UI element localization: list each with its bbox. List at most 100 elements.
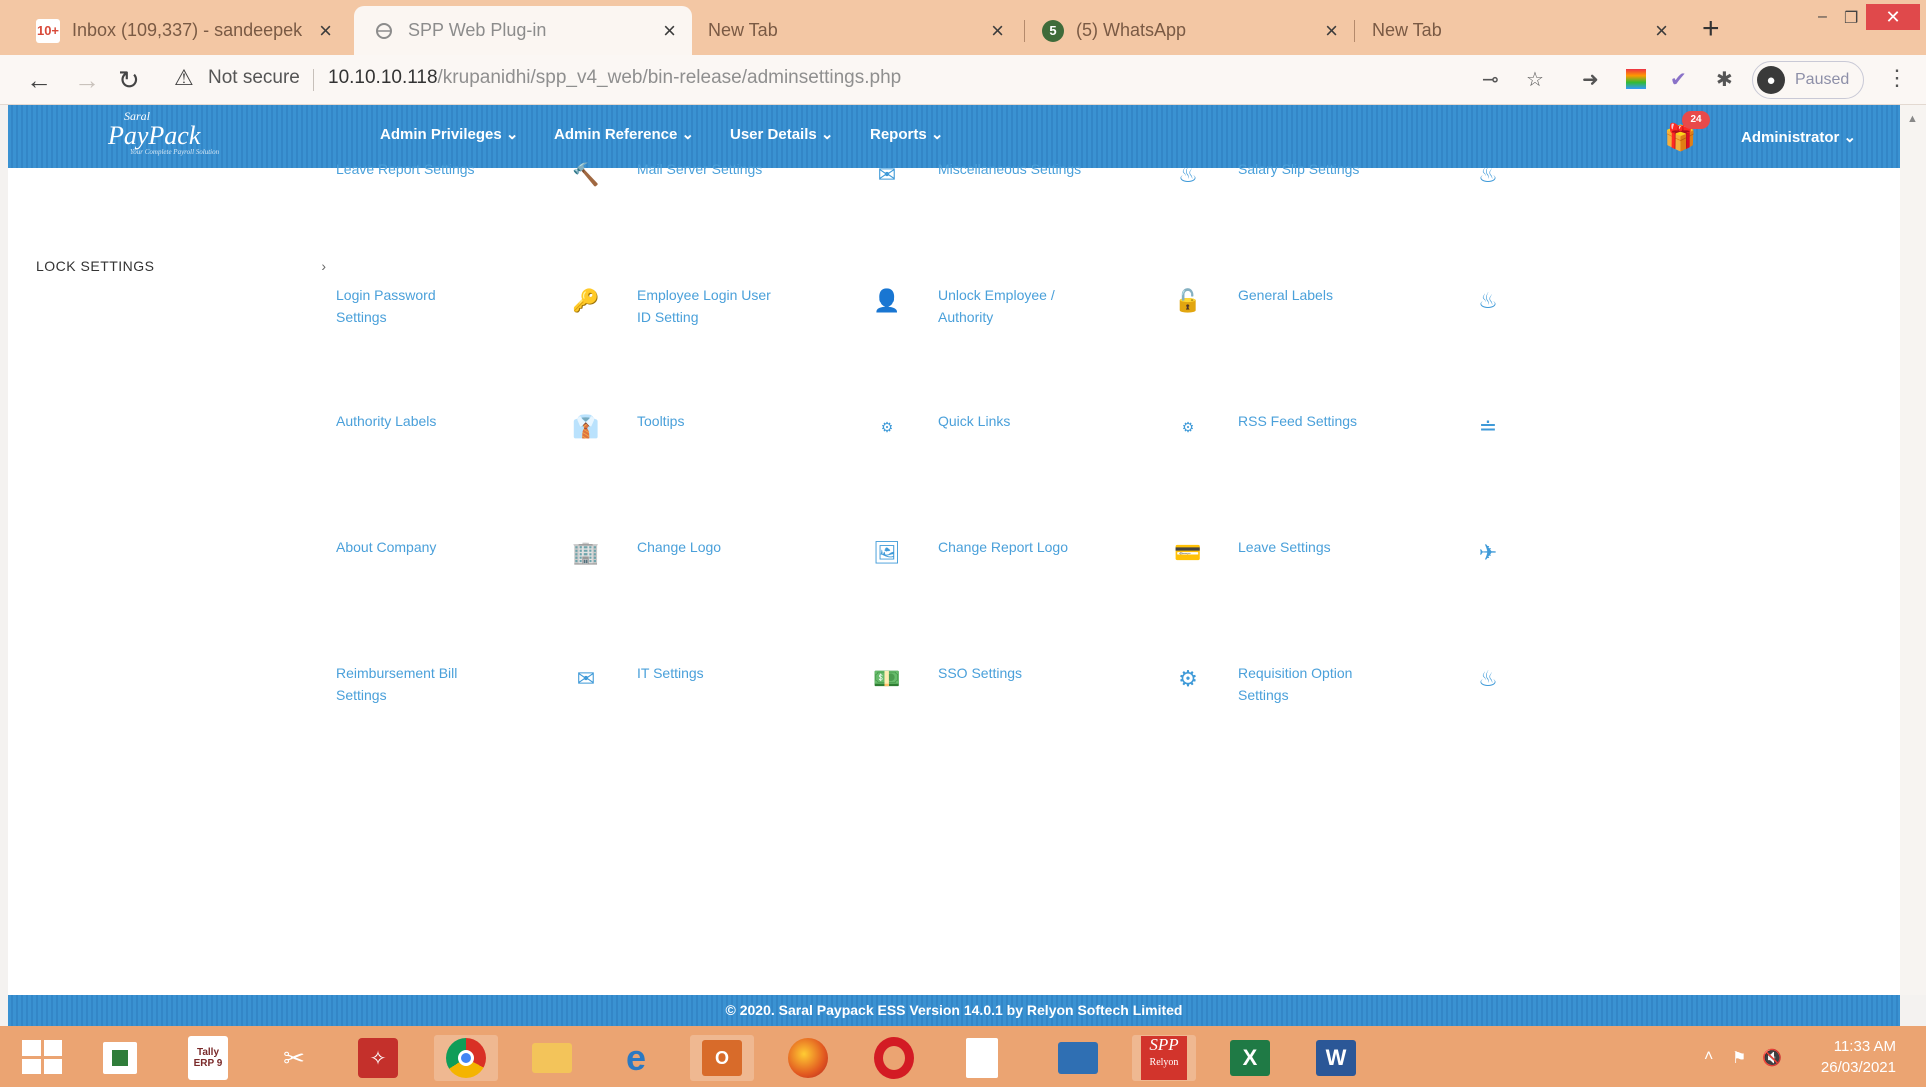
settings-card-label[interactable]: Change Report Logo xyxy=(938,536,1088,558)
settings-card-label[interactable]: Change Logo xyxy=(637,536,787,558)
settings-card-label[interactable]: IT Settings xyxy=(637,662,787,684)
menu-admin-reference[interactable]: Admin Reference ⌄ xyxy=(554,125,694,143)
org-chart-icon[interactable]: ♨ xyxy=(1473,286,1503,316)
paypack-logo[interactable]: Saral PayPack Your Complete Payroll Solu… xyxy=(108,109,219,156)
plane-icon[interactable]: ✈ xyxy=(1473,538,1503,568)
settings-card-label[interactable]: Leave Report Settings xyxy=(336,158,486,180)
forward-arrow-icon[interactable]: → xyxy=(74,65,100,96)
gavel-icon[interactable]: 🔨 xyxy=(571,160,601,190)
remote-desktop-icon[interactable] xyxy=(1046,1035,1110,1081)
browser-tab-whatsapp[interactable]: 5 (5) WhatsApp × xyxy=(1024,6,1354,55)
checkmark-icon[interactable]: ✔ xyxy=(1670,67,1687,92)
settings-card-label[interactable]: Employee Login User ID Setting xyxy=(637,284,787,328)
id-card-icon[interactable]: 💳 xyxy=(1173,538,1203,568)
settings-card[interactable]: Requisition Option Settings ♨ xyxy=(1238,662,1608,742)
gear-small-icon[interactable]: ⚙ xyxy=(872,412,902,442)
internet-explorer-icon[interactable]: e xyxy=(604,1035,668,1081)
org-chart-icon[interactable]: ♨ xyxy=(1473,664,1503,694)
gear-small-icon[interactable]: ⚙ xyxy=(1173,412,1203,442)
browser-tab-inbox[interactable]: 10+ Inbox (109,337) - sandeepekbot × xyxy=(18,6,348,55)
org-chart-icon[interactable]: ♨ xyxy=(1173,160,1203,190)
url-field[interactable]: 10.10.10.118/krupanidhi/spp_v4_web/bin-r… xyxy=(328,67,901,89)
user-tie-icon[interactable]: 👔 xyxy=(571,412,601,442)
image-icon[interactable]: 🖼 xyxy=(872,538,902,568)
profile-button[interactable]: ● Paused xyxy=(1752,61,1864,99)
page-scrollbar[interactable]: ▲ xyxy=(1900,105,1926,995)
building-icon[interactable]: 🏢 xyxy=(571,538,601,568)
outlook-icon[interactable]: O xyxy=(690,1035,754,1081)
user-lock-icon[interactable]: 👤 xyxy=(872,286,902,316)
settings-card-label[interactable]: Authority Labels xyxy=(336,410,486,432)
file-explorer-icon[interactable] xyxy=(520,1035,584,1081)
snipping-tool-icon[interactable]: ✂ xyxy=(262,1035,326,1081)
security-label[interactable]: Not secure xyxy=(208,67,300,89)
notepad-icon[interactable] xyxy=(950,1035,1014,1081)
puzzle-icon[interactable]: ✱ xyxy=(1716,67,1733,92)
settings-card-label[interactable]: General Labels xyxy=(1238,284,1388,306)
settings-card-label[interactable]: RSS Feed Settings xyxy=(1238,410,1388,432)
excel-icon[interactable]: X xyxy=(1218,1035,1282,1081)
window-close-button[interactable]: ✕ xyxy=(1866,4,1920,30)
menu-admin-privileges[interactable]: Admin Privileges ⌄ xyxy=(380,125,518,143)
back-arrow-icon[interactable]: ← xyxy=(26,65,52,96)
share-arrow-icon[interactable]: ➜ xyxy=(1582,67,1599,92)
tally-erp-icon[interactable]: Tally ERP 9 xyxy=(176,1035,240,1081)
browser-tab-newtab-1[interactable]: New Tab × xyxy=(690,6,1020,55)
settings-card-label[interactable]: Mail Server Settings xyxy=(637,158,787,180)
settings-card-label[interactable]: Salary Slip Settings xyxy=(1238,158,1388,180)
settings-card-label[interactable]: Tooltips xyxy=(637,410,787,432)
sidebar-item-lock-settings[interactable]: LOCK SETTINGS › xyxy=(36,258,326,274)
settings-card-label[interactable]: Unlock Employee / Authority xyxy=(938,284,1088,328)
settings-card-label[interactable]: Reimbursement Bill Settings xyxy=(336,662,486,706)
acrobat-icon[interactable]: ✧ xyxy=(346,1035,410,1081)
close-icon[interactable]: × xyxy=(319,18,332,44)
close-icon[interactable]: × xyxy=(991,18,1004,44)
star-icon[interactable]: ☆ xyxy=(1526,67,1544,92)
opera-icon[interactable] xyxy=(862,1035,926,1081)
settings-card[interactable]: Salary Slip Settings ♨ xyxy=(1238,158,1608,238)
money-icon[interactable]: 💵 xyxy=(872,664,902,694)
store-icon[interactable] xyxy=(88,1035,152,1081)
org-chart-icon[interactable]: ♨ xyxy=(1473,160,1503,190)
settings-card-label[interactable]: About Company xyxy=(336,536,486,558)
taskbar-clock[interactable]: 11:33 AM 26/03/2021 xyxy=(1810,1036,1896,1078)
settings-card-label[interactable]: Quick Links xyxy=(938,410,1088,432)
chrome-icon[interactable] xyxy=(434,1035,498,1081)
key-icon[interactable]: ⊸ xyxy=(1482,67,1499,92)
kebab-menu-icon[interactable]: ⋮ xyxy=(1886,65,1908,91)
restore-icon[interactable]: ❐ xyxy=(1844,8,1858,28)
settings-card-label[interactable]: Requisition Option Settings xyxy=(1238,662,1388,706)
settings-card-label[interactable]: Leave Settings xyxy=(1238,536,1388,558)
word-icon[interactable]: W xyxy=(1304,1035,1368,1081)
firefox-icon[interactable] xyxy=(776,1035,840,1081)
close-icon[interactable]: × xyxy=(1655,18,1668,44)
menu-user-details[interactable]: User Details ⌄ xyxy=(730,125,833,143)
settings-card-label[interactable]: Miscellaneous Settings xyxy=(938,158,1088,180)
spp-relyon-icon[interactable]: SPP Relyon xyxy=(1132,1035,1196,1081)
volume-muted-icon[interactable]: 🔇 xyxy=(1762,1048,1782,1068)
minimize-icon[interactable]: – xyxy=(1818,8,1827,26)
settings-card-label[interactable]: Login Password Settings xyxy=(336,284,486,328)
reload-icon[interactable]: ↻ xyxy=(118,65,140,96)
close-icon[interactable]: × xyxy=(663,18,676,44)
settings-card[interactable]: RSS Feed Settings ≐ xyxy=(1238,410,1608,490)
warning-icon[interactable]: ⚠ xyxy=(174,65,194,91)
extension-color-icon[interactable] xyxy=(1626,69,1646,89)
browser-tab-newtab-2[interactable]: New Tab × xyxy=(1354,6,1684,55)
user-menu[interactable]: Administrator ⌄ xyxy=(1741,128,1856,146)
new-tab-button[interactable]: + xyxy=(1702,14,1720,44)
tray-chevron-up-icon[interactable]: ˄ xyxy=(1704,1048,1713,1066)
settings-card[interactable]: General Labels ♨ xyxy=(1238,284,1608,364)
scroll-up-icon[interactable]: ▲ xyxy=(1907,113,1918,125)
browser-tab-spp[interactable]: SPP Web Plug-in × xyxy=(354,6,692,55)
windows-start-icon[interactable] xyxy=(22,1040,62,1074)
settings-card-label[interactable]: SSO Settings xyxy=(938,662,1088,684)
menu-reports[interactable]: Reports ⌄ xyxy=(870,125,943,143)
close-icon[interactable]: × xyxy=(1325,18,1338,44)
action-center-flag-icon[interactable]: ⚑ xyxy=(1732,1048,1746,1068)
settings-card[interactable]: Leave Settings ✈ xyxy=(1238,536,1608,616)
envelope-icon[interactable]: ✉ xyxy=(571,664,601,694)
unlock-icon[interactable]: 🔓 xyxy=(1173,286,1203,316)
key-icon[interactable]: 🔑 xyxy=(571,286,601,316)
gear-icon[interactable]: ⚙ xyxy=(1173,664,1203,694)
